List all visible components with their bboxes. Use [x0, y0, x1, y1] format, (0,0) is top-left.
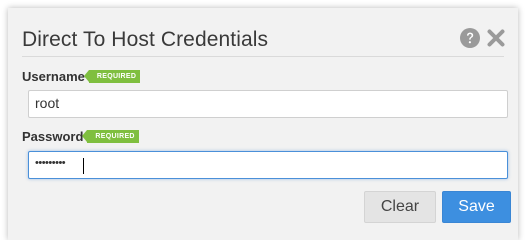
username-label-row: Username REQUIRED [22, 69, 141, 84]
username-field[interactable] [28, 90, 508, 118]
username-required-badge: REQUIRED [83, 70, 141, 83]
username-label: Username [22, 69, 85, 84]
text-caret [83, 158, 84, 174]
title-divider [22, 56, 504, 57]
dialog-title: Direct To Host Credentials [22, 28, 269, 51]
close-icon[interactable] [486, 28, 506, 48]
password-label: Password [22, 129, 84, 144]
help-icon[interactable] [460, 28, 480, 48]
password-value: ••••••••• [35, 157, 66, 169]
username-value: root [35, 95, 60, 111]
password-label-row: Password REQUIRED [22, 129, 139, 144]
password-required-badge: REQUIRED [82, 130, 139, 143]
save-button[interactable]: Save [442, 191, 511, 223]
credentials-dialog: Direct To Host Credentials Username REQU… [8, 8, 518, 240]
clear-button[interactable]: Clear [364, 191, 436, 223]
password-field[interactable] [28, 151, 508, 179]
